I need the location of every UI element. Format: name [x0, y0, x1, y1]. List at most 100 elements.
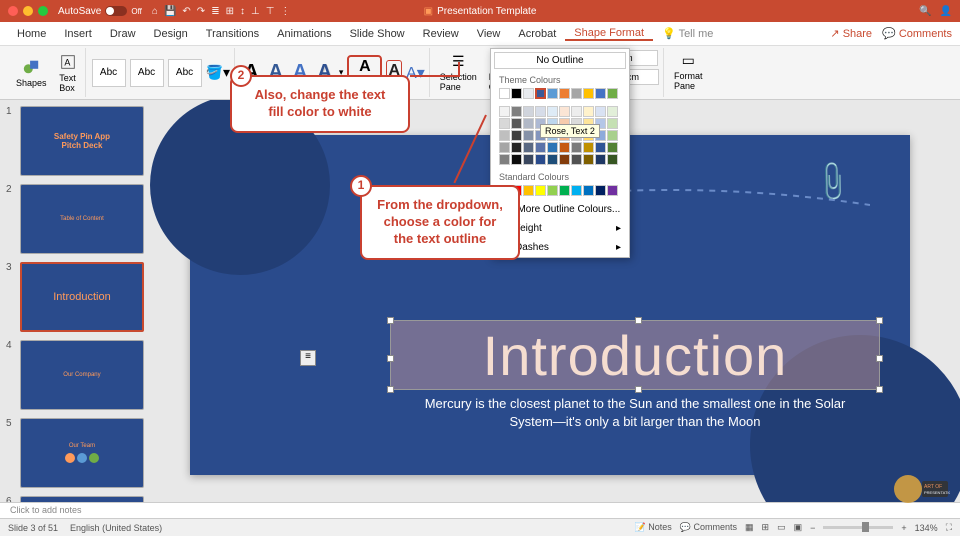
theme-color[interactable]: [547, 88, 558, 99]
shade-color[interactable]: [571, 154, 582, 165]
shade-color[interactable]: [523, 154, 534, 165]
theme-color[interactable]: [595, 88, 606, 99]
tab-review[interactable]: Review: [414, 28, 468, 40]
shade-color[interactable]: [583, 142, 594, 153]
textbox-button[interactable]: AText Box: [55, 51, 81, 95]
no-outline-option[interactable]: No Outline: [494, 52, 626, 69]
shade-color[interactable]: [523, 106, 534, 117]
shade-color[interactable]: [559, 154, 570, 165]
shape-style-3[interactable]: Abc: [168, 59, 202, 87]
language[interactable]: English (United States): [70, 523, 162, 533]
share-button[interactable]: ↗ Share: [830, 27, 872, 40]
tab-acrobat[interactable]: Acrobat: [509, 28, 565, 40]
view-normal-icon[interactable]: ▦: [745, 522, 754, 533]
standard-color[interactable]: [571, 185, 582, 196]
theme-color[interactable]: [559, 88, 570, 99]
window-controls[interactable]: [8, 6, 48, 16]
shapes-button[interactable]: Shapes: [12, 56, 51, 90]
shade-color[interactable]: [499, 106, 510, 117]
shade-color[interactable]: [595, 142, 606, 153]
shade-color[interactable]: [607, 130, 618, 141]
search-icon[interactable]: 🔍: [919, 6, 931, 17]
tab-transitions[interactable]: Transitions: [197, 28, 268, 40]
standard-color[interactable]: [523, 185, 534, 196]
shape-fill-icon[interactable]: 🪣▾: [206, 64, 230, 81]
shade-color[interactable]: [607, 142, 618, 153]
view-reading-icon[interactable]: ▭: [777, 522, 786, 533]
standard-color[interactable]: [607, 185, 618, 196]
shade-color[interactable]: [559, 106, 570, 117]
thumbnail-2[interactable]: Table of Content: [20, 184, 144, 254]
standard-color[interactable]: [583, 185, 594, 196]
shade-color[interactable]: [499, 118, 510, 129]
shade-color[interactable]: [523, 142, 534, 153]
theme-color[interactable]: [535, 88, 546, 99]
comments-toggle[interactable]: 💬 Comments: [680, 522, 737, 533]
theme-color[interactable]: [499, 88, 510, 99]
format-pane-button[interactable]: ▭Format Pane: [670, 50, 707, 93]
zoom-slider[interactable]: [823, 526, 893, 529]
theme-color[interactable]: [571, 88, 582, 99]
tab-insert[interactable]: Insert: [55, 28, 101, 40]
shade-color[interactable]: [571, 142, 582, 153]
standard-color[interactable]: [547, 185, 558, 196]
shade-color[interactable]: [547, 106, 558, 117]
theme-color[interactable]: [583, 88, 594, 99]
tab-animations[interactable]: Animations: [268, 28, 340, 40]
text-align-handle[interactable]: ≡: [300, 350, 316, 366]
thumbnail-4[interactable]: Our Company: [20, 340, 144, 410]
shade-color[interactable]: [547, 154, 558, 165]
shade-color[interactable]: [595, 106, 606, 117]
shade-color[interactable]: [523, 130, 534, 141]
shade-color[interactable]: [535, 142, 546, 153]
shade-color[interactable]: [499, 142, 510, 153]
thumbnail-1[interactable]: Safety Pin App Pitch Deck: [20, 106, 144, 176]
shade-color[interactable]: [499, 154, 510, 165]
shade-color[interactable]: [607, 154, 618, 165]
notes-toggle[interactable]: 📝 Notes: [635, 522, 672, 533]
view-sorter-icon[interactable]: ⊞: [762, 522, 770, 533]
view-slideshow-icon[interactable]: ▣: [794, 522, 803, 533]
theme-color[interactable]: [523, 88, 534, 99]
thumbnail-6[interactable]: 01: [20, 496, 144, 502]
shade-color[interactable]: [595, 154, 606, 165]
shade-color[interactable]: [547, 142, 558, 153]
thumbnail-3[interactable]: Introduction: [20, 262, 144, 332]
shade-color[interactable]: [511, 154, 522, 165]
tab-view[interactable]: View: [468, 28, 510, 40]
shade-color[interactable]: [523, 118, 534, 129]
shade-color[interactable]: [535, 154, 546, 165]
shade-color[interactable]: [607, 106, 618, 117]
shade-color[interactable]: [511, 130, 522, 141]
shape-style-1[interactable]: Abc: [92, 59, 126, 87]
notes-pane[interactable]: Click to add notes: [0, 502, 960, 518]
theme-color[interactable]: [607, 88, 618, 99]
shade-color[interactable]: [583, 154, 594, 165]
comments-button[interactable]: 💬 Comments: [882, 27, 952, 40]
shade-color[interactable]: [607, 118, 618, 129]
standard-color[interactable]: [559, 185, 570, 196]
tell-me[interactable]: 💡 Tell me: [653, 27, 722, 40]
quick-access-toolbar[interactable]: ⌂💾↶↷≣⊞↕⊥⊤⋮: [152, 6, 291, 17]
shade-color[interactable]: [511, 106, 522, 117]
tab-shape-format[interactable]: Shape Format: [565, 27, 653, 41]
standard-color[interactable]: [535, 185, 546, 196]
shade-color[interactable]: [535, 106, 546, 117]
shade-color[interactable]: [571, 106, 582, 117]
zoom-in[interactable]: +: [901, 523, 906, 533]
shade-color[interactable]: [559, 142, 570, 153]
tab-slideshow[interactable]: Slide Show: [341, 28, 414, 40]
standard-color[interactable]: [595, 185, 606, 196]
fit-icon[interactable]: ⛶: [946, 522, 952, 533]
shade-color[interactable]: [499, 130, 510, 141]
theme-color[interactable]: [511, 88, 522, 99]
autosave-toggle[interactable]: AutoSaveOff: [58, 6, 142, 17]
tab-design[interactable]: Design: [145, 28, 197, 40]
user-icon[interactable]: 👤: [940, 6, 952, 17]
tab-home[interactable]: Home: [8, 28, 55, 40]
shape-style-2[interactable]: Abc: [130, 59, 164, 87]
tab-draw[interactable]: Draw: [101, 28, 145, 40]
title-textbox[interactable]: Introduction: [390, 320, 880, 390]
shade-color[interactable]: [583, 106, 594, 117]
shade-color[interactable]: [511, 142, 522, 153]
